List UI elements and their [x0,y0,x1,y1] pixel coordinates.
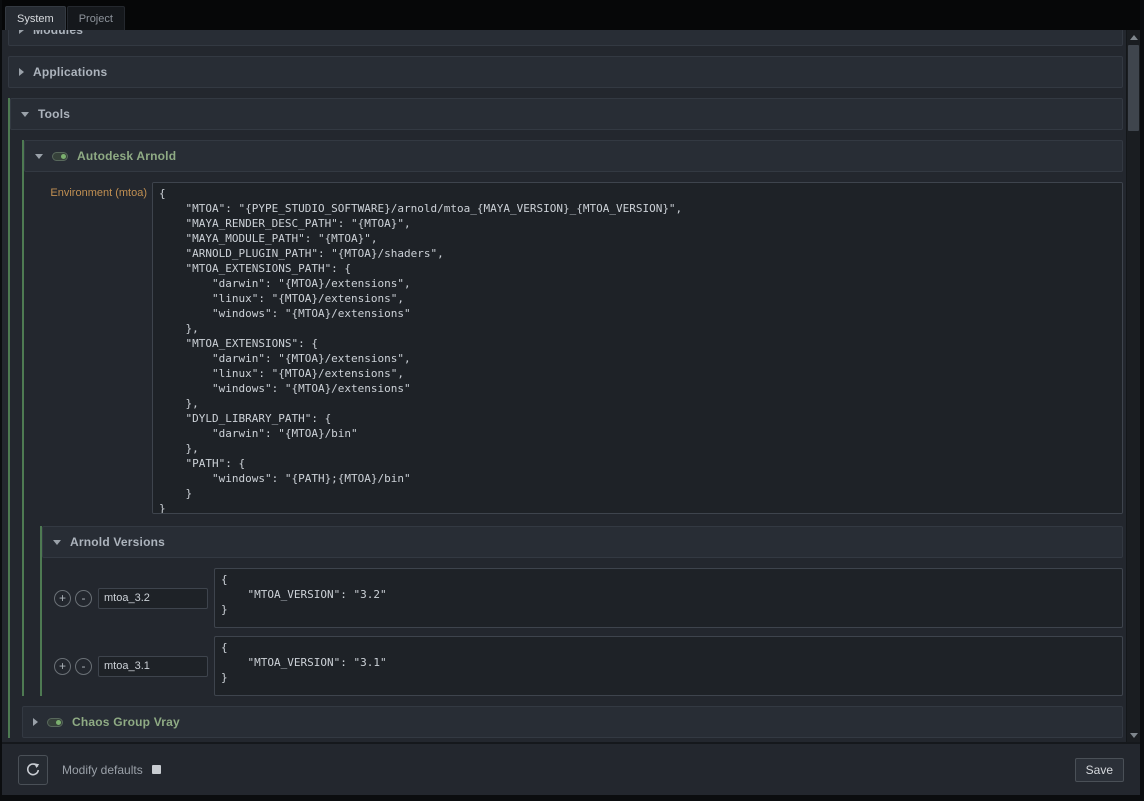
arnold-group: Autodesk Arnold Environment (mtoa) { "MT… [22,140,1123,696]
caret-down-icon [21,112,29,117]
settings-window: System Project Modules Applications [0,0,1144,801]
section-header-arnold-versions[interactable]: Arnold Versions [42,526,1123,558]
version-name-input[interactable] [98,588,208,609]
settings-main: Modules Applications Tools [2,30,1140,742]
arnold-body: Environment (mtoa) { "MTOA": "{PYPE_STUD… [24,182,1123,696]
caret-right-icon [19,68,24,76]
section-tools-label: Tools [38,107,70,121]
add-version-button[interactable]: + [54,590,71,607]
arnold-title-label: Autodesk Arnold [77,149,176,163]
section-header-modules[interactable]: Modules [8,30,1123,46]
modify-defaults-checkbox[interactable] [152,765,161,774]
arnold-enabled-toggle-icon[interactable] [52,152,68,161]
environment-mtoa-label: Environment (mtoa) [27,182,147,514]
vertical-scrollbar[interactable] [1126,30,1140,742]
section-applications-label: Applications [33,65,107,79]
vray-enabled-toggle-icon[interactable] [47,718,63,727]
caret-down-icon [35,154,43,159]
caret-right-icon [19,30,24,34]
scrollbar-thumb[interactable] [1128,45,1139,131]
vray-group: Chaos Group Vray [22,706,1123,738]
tab-system[interactable]: System [5,6,66,30]
refresh-icon [25,762,41,778]
version-json-editor[interactable]: { "MTOA_VERSION": "3.2" } [214,568,1123,628]
refresh-button[interactable] [18,755,48,785]
add-version-button[interactable]: + [54,658,71,675]
modify-defaults-wrap: Modify defaults [62,763,161,777]
scroll-down-icon [1130,733,1138,738]
version-row: + - { "MTOA_VERSION": "3.2" } [54,568,1123,628]
section-modules-label: Modules [33,30,83,37]
remove-version-button[interactable]: - [75,590,92,607]
tools-body: Autodesk Arnold Environment (mtoa) { "MT… [10,140,1123,738]
arnold-versions-group: Arnold Versions + - { "MT [40,526,1123,696]
tab-project[interactable]: Project [67,6,125,30]
version-name-input[interactable] [98,656,208,677]
section-header-vray[interactable]: Chaos Group Vray [22,706,1123,738]
scroll-up-button[interactable] [1127,30,1140,44]
caret-down-icon [53,540,61,545]
caret-right-icon [33,718,38,726]
tab-system-label: System [17,13,54,25]
section-header-arnold[interactable]: Autodesk Arnold [24,140,1123,172]
settings-content: Modules Applications Tools [8,30,1123,738]
footer-bar: Modify defaults Save [2,742,1140,795]
arnold-versions-body: + - { "MTOA_VERSION": "3.2" } + [42,568,1123,696]
section-header-tools[interactable]: Tools [10,98,1123,130]
environment-mtoa-editor[interactable]: { "MTOA": "{PYPE_STUDIO_SOFTWARE}/arnold… [152,182,1123,514]
scroll-down-button[interactable] [1127,728,1140,742]
tab-project-label: Project [79,13,113,25]
environment-row: Environment (mtoa) { "MTOA": "{PYPE_STUD… [27,182,1123,514]
remove-version-button[interactable]: - [75,658,92,675]
main-tab-bar: System Project [2,0,1140,30]
section-tools-group: Tools Autodesk Arnold [8,98,1123,738]
scroll-up-icon [1130,35,1138,40]
vray-title-label: Chaos Group Vray [72,715,180,729]
version-row: + - { "MTOA_VERSION": "3.1" } [54,636,1123,696]
save-button[interactable]: Save [1075,758,1124,782]
settings-scroll-area: Modules Applications Tools [2,30,1126,742]
version-json-editor[interactable]: { "MTOA_VERSION": "3.1" } [214,636,1123,696]
section-header-applications[interactable]: Applications [8,56,1123,88]
modify-defaults-label: Modify defaults [62,763,143,777]
arnold-versions-title-label: Arnold Versions [70,535,165,549]
